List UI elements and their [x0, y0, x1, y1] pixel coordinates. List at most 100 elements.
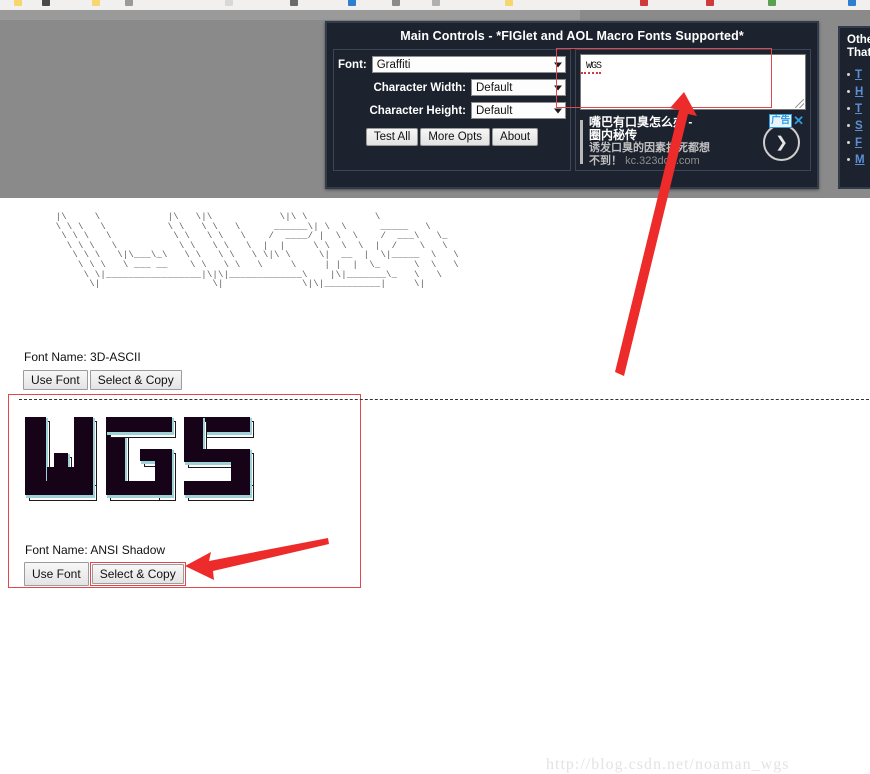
bookmark-item[interactable]: [848, 0, 856, 8]
list-item[interactable]: F: [847, 134, 870, 151]
favicon-icon: [848, 0, 856, 6]
main-controls-panel: Main Controls - *FIGlet and AOL Macro Fo…: [325, 21, 819, 189]
about-button[interactable]: About: [492, 128, 539, 146]
page-title: Main Controls - *FIGlet and AOL Macro Fo…: [400, 29, 744, 43]
bookmark-item[interactable]: [348, 0, 356, 8]
input-column: WGS 嘴巴有口臭怎么办 - 圈内秘传 诱发口臭的因素打死都想 不到！ kc.3…: [575, 49, 811, 171]
other-panel-link[interactable]: T: [855, 69, 862, 81]
result-buttons-3d-ascii: Use Font Select & Copy: [23, 370, 182, 390]
ascii-art-3d-ascii: |\ \ |\ \|\ \|\ \ \ \ \ \ \ \ \ \ \ \ __…: [55, 212, 459, 290]
text-input[interactable]: WGS: [580, 54, 806, 110]
bookmark-item[interactable]: [125, 0, 133, 8]
bookmark-item[interactable]: [505, 0, 513, 8]
list-item[interactable]: H: [847, 83, 870, 100]
list-item[interactable]: S: [847, 117, 870, 134]
bullet-icon: [847, 124, 850, 127]
chevron-down-icon: [554, 108, 562, 113]
favicon-icon: [125, 0, 133, 6]
list-item[interactable]: T: [847, 100, 870, 117]
other-panel-link[interactable]: H: [855, 86, 863, 98]
result-divider: [19, 399, 870, 400]
bookmark-item[interactable]: [225, 0, 233, 8]
bullet-icon: [847, 141, 850, 144]
other-panel-link[interactable]: T: [855, 103, 862, 115]
bookmark-item[interactable]: [392, 0, 400, 8]
other-panel-link[interactable]: F: [855, 137, 862, 149]
other-panel-title-line2: That: [847, 47, 870, 59]
list-item[interactable]: M: [847, 151, 870, 168]
ad-body-line2: 不到！ kc.323doh.com: [589, 155, 757, 168]
list-item[interactable]: T: [847, 66, 870, 83]
other-panel-title-line1: Other: [847, 34, 870, 46]
character-width-select[interactable]: Default: [471, 79, 566, 96]
use-font-button[interactable]: Use Font: [24, 562, 89, 586]
ad-label-badge: 广告: [769, 114, 793, 128]
favicon-icon: [768, 0, 776, 6]
bookmark-item[interactable]: [290, 0, 298, 8]
bookmark-item[interactable]: [768, 0, 776, 8]
ascii-art-ansi-shadow: [23, 415, 254, 505]
font-name-3d-ascii: Font Name: 3D-ASCII: [24, 350, 141, 364]
other-panel-link[interactable]: S: [855, 120, 863, 132]
controls-button-row: Test All More Opts About: [338, 128, 566, 146]
bookmark-item[interactable]: [706, 0, 714, 8]
result-buttons-ansi-shadow: Use Font Select & Copy: [24, 562, 186, 586]
favicon-icon: [640, 0, 648, 6]
character-height-row: Character Height: Default: [338, 102, 566, 119]
bookmark-item[interactable]: [640, 0, 648, 8]
favicon-icon: [505, 0, 513, 6]
favicon-icon: [290, 0, 298, 6]
text-input-value: WGS: [581, 58, 602, 74]
ad-url: kc.323doh.com: [625, 155, 700, 167]
other-panel-link[interactable]: M: [855, 154, 865, 166]
chevron-down-icon: [554, 85, 562, 90]
character-width-label: Character Width:: [373, 81, 466, 94]
font-row: Font: Graffiti: [338, 56, 566, 73]
ad-body-line1: 诱发口臭的因素打死都想: [589, 142, 710, 154]
other-fonts-panel: Other That T H T S F M: [838, 26, 870, 189]
font-name-ansi-shadow: Font Name: ANSI Shadow: [25, 543, 166, 557]
character-height-value: Default: [476, 104, 513, 117]
ad-tags: 广告 ✕: [769, 114, 804, 128]
character-height-label: Character Height:: [369, 104, 467, 117]
favicon-icon: [432, 0, 440, 6]
select-and-copy-highlight: Select & Copy: [89, 562, 186, 586]
bookmark-item[interactable]: [92, 0, 100, 8]
character-width-row: Character Width: Default: [338, 79, 566, 96]
bookmark-item[interactable]: [42, 0, 50, 8]
select-and-copy-button[interactable]: Select & Copy: [91, 564, 184, 584]
favicon-icon: [92, 0, 100, 6]
watermark: http://blog.csdn.net/noaman_wgs: [546, 756, 790, 773]
use-font-button[interactable]: Use Font: [23, 370, 88, 390]
ad-headline-line2: 圈内秘传: [589, 128, 638, 142]
test-all-button[interactable]: Test All: [365, 128, 419, 146]
close-icon[interactable]: ✕: [793, 114, 804, 127]
resize-handle-icon[interactable]: [795, 99, 804, 108]
ad-arrow-right-icon[interactable]: ❯: [763, 123, 800, 161]
bullet-icon: [847, 107, 850, 110]
font-select[interactable]: Graffiti: [371, 56, 566, 73]
bullet-icon: [847, 73, 850, 76]
ad-accent-bar: [580, 120, 583, 164]
font-label: Font:: [338, 58, 367, 71]
controls-column: Font: Graffiti Character Width: Default …: [333, 49, 571, 171]
favicon-icon: [14, 0, 22, 6]
character-height-select[interactable]: Default: [471, 102, 566, 119]
ad-banner[interactable]: 嘴巴有口臭怎么办 - 圈内秘传 诱发口臭的因素打死都想 不到！ kc.323do…: [580, 114, 806, 170]
chevron-down-icon: [554, 62, 562, 67]
font-select-value: Graffiti: [376, 58, 411, 71]
bullet-icon: [847, 90, 850, 93]
select-and-copy-button[interactable]: Select & Copy: [89, 370, 182, 390]
ad-body-prefix: 不到！: [589, 155, 626, 167]
bullet-icon: [847, 158, 850, 161]
bookmark-item[interactable]: [432, 0, 440, 8]
favicon-icon: [42, 0, 50, 6]
results-area: |\ \ |\ \|\ \|\ \ \ \ \ \ \ \ \ \ \ \ __…: [0, 198, 870, 773]
favicon-icon: [706, 0, 714, 6]
ad-text: 嘴巴有口臭怎么办 - 圈内秘传 诱发口臭的因素打死都想 不到！ kc.323do…: [589, 116, 757, 168]
more-opts-button[interactable]: More Opts: [420, 128, 491, 146]
favicon-icon: [225, 0, 233, 6]
character-width-value: Default: [476, 81, 513, 94]
bookmark-item[interactable]: [14, 0, 22, 8]
favicon-icon: [348, 0, 356, 6]
